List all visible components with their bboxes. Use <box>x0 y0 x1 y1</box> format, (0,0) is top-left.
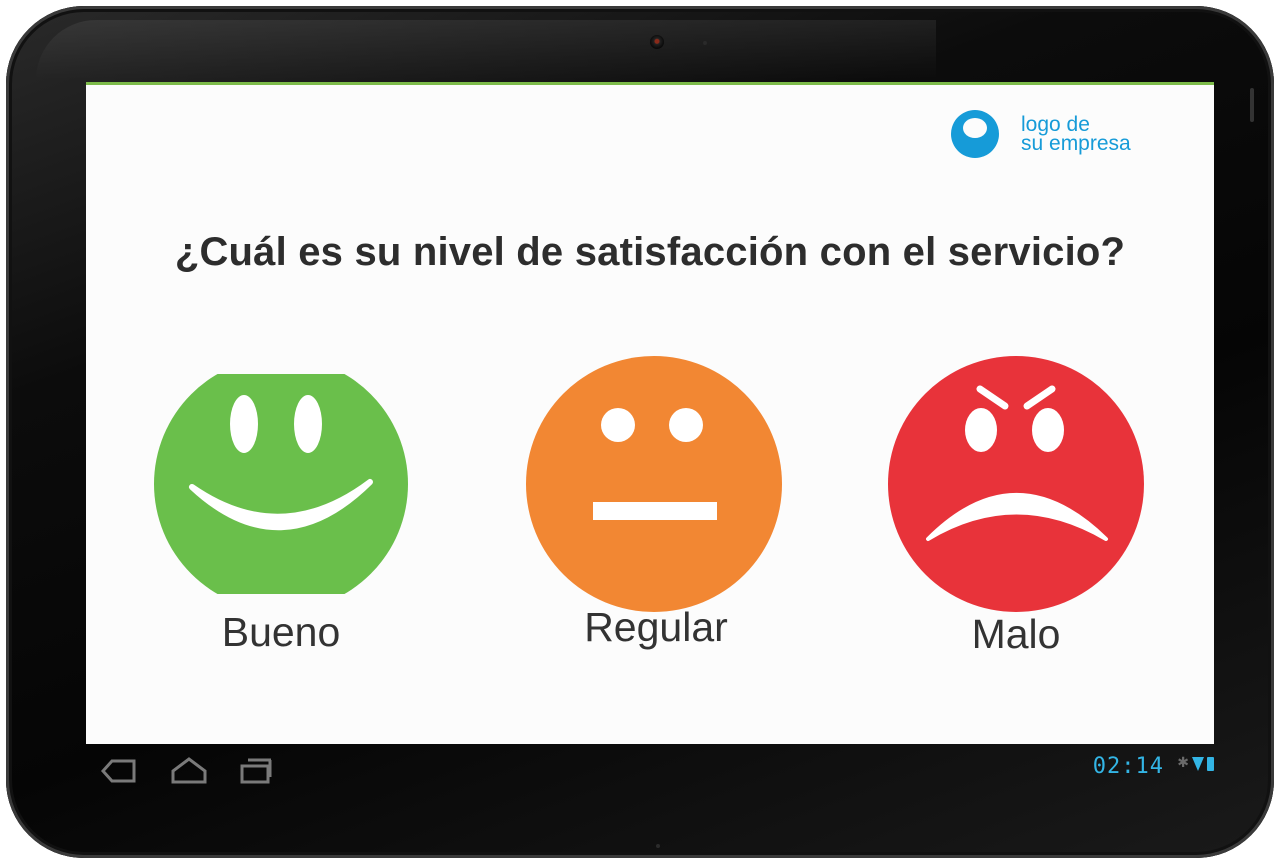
recent-apps-icon[interactable] <box>239 757 273 790</box>
smile-face-icon <box>154 374 408 594</box>
angry-face-icon <box>888 356 1144 612</box>
side-button <box>1250 88 1254 122</box>
bad-label: Malo <box>971 611 1061 657</box>
good-rating-button[interactable] <box>154 374 408 594</box>
logo-text-line2: su empresa <box>1021 132 1131 155</box>
logo-text: logo de su empresa <box>1021 114 1131 155</box>
status-clock: 02:14 <box>1092 754 1164 779</box>
regular-rating-button[interactable] <box>526 356 782 612</box>
bluetooth-icon: ✱ <box>1177 755 1189 771</box>
regular-label: Regular <box>584 604 728 650</box>
bezel-gloss <box>36 20 936 80</box>
front-camera <box>650 35 664 49</box>
bad-rating-button[interactable] <box>888 356 1144 612</box>
system-nav-bar: 02:14 ✱ <box>86 745 1214 795</box>
neutral-face-icon <box>526 356 782 612</box>
bezel-dot <box>656 844 660 848</box>
company-logo: logo de su empresa <box>951 110 1131 158</box>
good-label: Bueno <box>221 609 341 655</box>
light-sensor <box>703 41 707 45</box>
logo-icon <box>951 110 999 158</box>
survey-question: ¿Cuál es su nivel de satisfacción con el… <box>174 230 1126 274</box>
back-icon[interactable] <box>100 758 138 789</box>
survey-screen: logo de su empresa ¿Cuál es su nivel de … <box>86 82 1214 744</box>
wifi-icon <box>1192 757 1204 771</box>
battery-icon <box>1207 757 1214 771</box>
home-icon[interactable] <box>170 755 208 790</box>
status-icons: ✱ <box>1177 755 1214 771</box>
